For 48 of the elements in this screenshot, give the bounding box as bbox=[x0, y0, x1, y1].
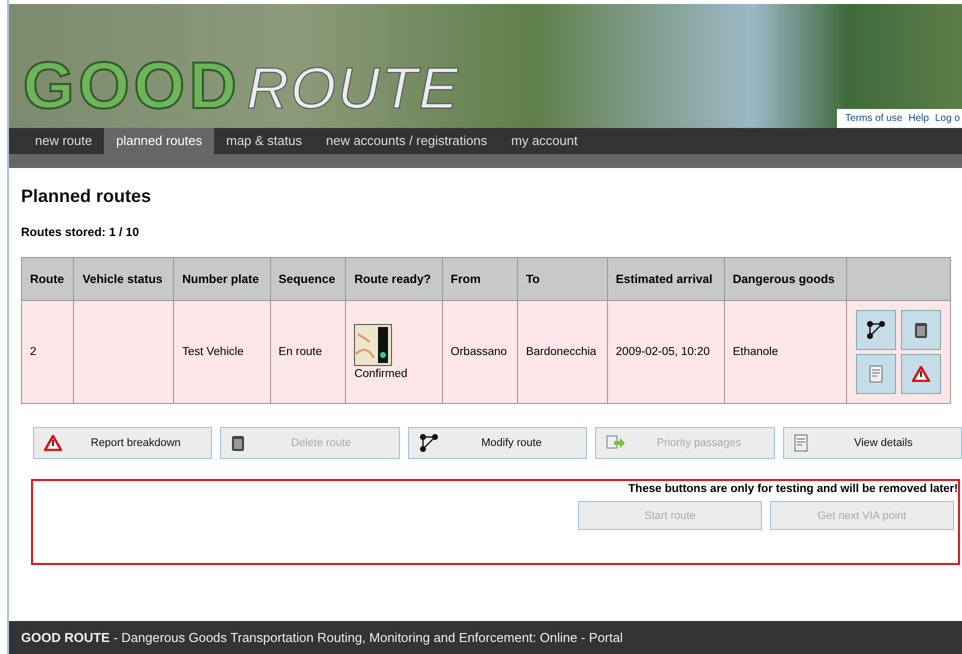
document-icon bbox=[794, 434, 808, 452]
modify-route-button[interactable] bbox=[856, 310, 896, 350]
connected-nodes-icon bbox=[418, 433, 439, 453]
table-cell: Bardonecchia bbox=[517, 300, 608, 404]
page-title: Planned routes bbox=[21, 186, 152, 207]
action-button[interactable]: Report breakdown bbox=[33, 427, 212, 459]
table-cell: Ethanole bbox=[724, 300, 847, 404]
column-header: Vehicle status bbox=[74, 258, 174, 300]
table-cell: 2 bbox=[22, 300, 74, 404]
column-header: Route bbox=[22, 258, 74, 300]
table-cell: Test Vehicle bbox=[174, 300, 270, 404]
nav-tab[interactable]: new accounts / registrations bbox=[314, 128, 500, 154]
bin-icon bbox=[914, 321, 928, 339]
column-header: Dangerous goods bbox=[724, 258, 847, 300]
footer-text: GOOD ROUTE - Dangerous Goods Transportation Routing, Monitoring and Enforcement: Online - Portal bbox=[21, 630, 623, 645]
delete-route-button[interactable] bbox=[901, 310, 942, 350]
report-breakdown-button[interactable] bbox=[901, 354, 942, 394]
top-link[interactable]: Terms of use bbox=[845, 113, 902, 124]
routes-count: Routes stored: 1 / 10 bbox=[21, 225, 140, 239]
bin-icon bbox=[231, 434, 246, 452]
column-header: Route ready? bbox=[346, 258, 442, 300]
table-cell: 2009-02-05, 10:20 bbox=[607, 300, 724, 404]
connected-nodes-icon bbox=[866, 320, 886, 340]
top-link[interactable]: Help bbox=[908, 113, 929, 124]
nav-tab[interactable]: new route bbox=[23, 128, 104, 154]
column-header: Number plate bbox=[174, 258, 270, 300]
nav-tab[interactable]: my account bbox=[499, 128, 590, 154]
test-notice: These buttons are only for testing and will be removed later! bbox=[628, 483, 958, 495]
nav-tab[interactable]: map & status bbox=[214, 128, 314, 154]
column-header: From bbox=[442, 258, 518, 300]
column-header: Sequence bbox=[270, 258, 346, 300]
traffic-light-map-icon bbox=[354, 324, 392, 366]
status-text: Confirmed bbox=[354, 368, 408, 380]
nav-tab[interactable]: planned routes bbox=[104, 128, 214, 154]
column-header: Estimated arrival bbox=[607, 258, 724, 300]
view-details-button[interactable] bbox=[856, 354, 896, 394]
table-cell: Orbassano bbox=[442, 300, 518, 404]
document-icon bbox=[868, 365, 883, 383]
action-button[interactable]: Modify route bbox=[408, 427, 588, 459]
logo-text: GOOD bbox=[23, 52, 241, 118]
warning-triangle-icon bbox=[912, 366, 930, 382]
top-link[interactable]: Log o bbox=[934, 113, 960, 124]
warning-triangle-icon bbox=[44, 435, 62, 451]
logo-text: ROUTE bbox=[246, 60, 460, 118]
column-header: To bbox=[517, 258, 608, 300]
action-button[interactable]: View details bbox=[782, 427, 962, 459]
table-cell: En route bbox=[270, 300, 346, 404]
document-arrow-icon bbox=[606, 435, 626, 451]
